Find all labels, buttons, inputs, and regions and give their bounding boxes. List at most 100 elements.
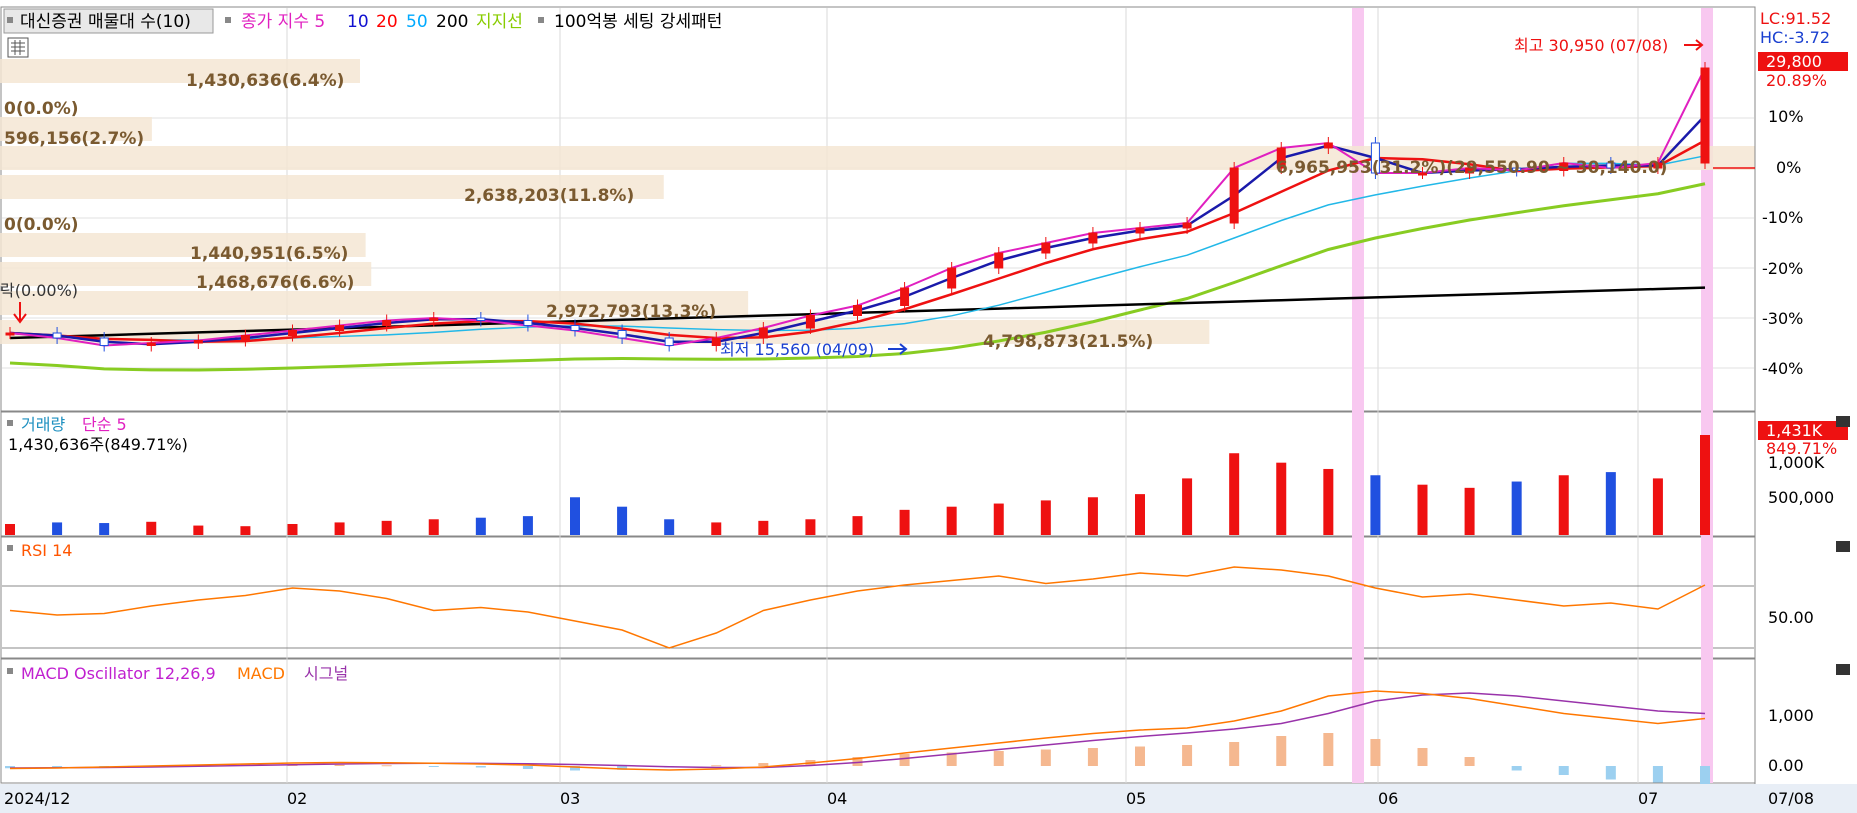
volume-bar — [240, 526, 251, 535]
macd-osc-bar — [1511, 766, 1522, 771]
candle-body — [1041, 242, 1051, 254]
candle-body — [52, 332, 62, 339]
volume-bar — [381, 520, 392, 535]
legend-item-support: 지지선 — [476, 12, 523, 32]
volume-bar — [852, 516, 863, 535]
macd-osc-bar — [1276, 736, 1287, 766]
legend-item-maemuldae: 대신증권 매물대 수(10) — [20, 12, 191, 32]
macd-osc-bar — [475, 766, 486, 768]
macd-osc-bar — [381, 765, 392, 767]
candle-body — [570, 325, 580, 331]
volume-bar — [146, 521, 157, 535]
macd-tick: 0.00 — [1768, 756, 1804, 775]
volume-badge-text: 1,431K — [1766, 421, 1823, 440]
macd-osc-bar — [758, 763, 769, 766]
volume-bar — [1652, 478, 1663, 535]
volume-bar — [1370, 475, 1381, 535]
x-tick: 03 — [560, 789, 580, 808]
macd-osc-bar — [1464, 757, 1475, 766]
candle-body — [335, 325, 345, 331]
x-axis-band — [0, 784, 1857, 813]
close-icon[interactable] — [1836, 664, 1850, 675]
x-tick: 02 — [287, 789, 307, 808]
candle-body — [947, 267, 957, 289]
lc-label: LC:91.52 — [1760, 9, 1831, 28]
macd-osc-bar — [1700, 766, 1710, 784]
volume-tick: 500,000 — [1768, 488, 1834, 507]
stock-chart[interactable]: 대신증권 매물대 수(10) 종가 지수 5 10 20 50 200 지지선 … — [0, 0, 1857, 813]
candle-body — [805, 315, 815, 329]
candle-body — [1323, 142, 1333, 149]
legend-square-icon — [7, 420, 13, 426]
close-icon[interactable] — [1836, 416, 1850, 427]
close-icon[interactable] — [1836, 541, 1850, 552]
profile-label: 2,638,203(11.8%) — [464, 186, 634, 206]
candle-body — [1088, 232, 1098, 244]
price-tick: -10% — [1762, 208, 1803, 227]
volume-bar — [1700, 435, 1710, 535]
profile-label: 0(0.0%) — [4, 215, 79, 235]
macd-label: MACD — [237, 664, 285, 683]
price-tick: 10% — [1768, 107, 1804, 126]
volume-bar — [287, 523, 298, 535]
x-tick: 05 — [1126, 789, 1146, 808]
volume-bar — [1323, 468, 1334, 535]
volume-bar — [1417, 484, 1428, 535]
x-tick: 07/08 — [1768, 789, 1814, 808]
volume-legend-label: 거래량 — [21, 415, 65, 434]
candle-body — [429, 317, 439, 321]
macd-osc-bar — [1652, 766, 1663, 783]
price-tick: -20% — [1762, 259, 1803, 278]
volume-bar — [946, 506, 957, 535]
macd-osc-bar — [1135, 746, 1145, 766]
macd-osc-bar — [428, 766, 439, 767]
volume-bar — [52, 522, 63, 535]
volume-bar — [475, 517, 486, 535]
profile-label: 596,156(2.7%) — [4, 129, 144, 149]
macd-osc-bar — [993, 751, 1004, 766]
price-tick: 0% — [1776, 158, 1801, 177]
legend-item-ma200: 200 — [436, 12, 468, 32]
highlight-column-left — [1352, 8, 1364, 783]
macd-osc-bar — [711, 765, 722, 767]
legend-square-icon — [7, 668, 13, 674]
rsi-tick: 50.00 — [1768, 608, 1814, 627]
legend-square-icon — [225, 17, 231, 23]
volume-bar — [664, 519, 675, 535]
low-annotation: 최저 15,560 (04/09) — [720, 340, 874, 359]
profile-label: 6,965,953(31.2%)(29,550.90 ~ 30,140.0) — [1276, 158, 1667, 178]
macd-osc-label: MACD Oscillator 12,26,9 — [21, 664, 216, 683]
price-change-text: 20.89% — [1766, 71, 1827, 90]
candle-body — [853, 305, 862, 316]
volume-bar — [805, 519, 816, 535]
volume-bar — [993, 503, 1004, 535]
volume-bar — [1511, 481, 1522, 535]
profile-label: 1,430,636(6.4%) — [186, 71, 344, 91]
candle-body — [758, 327, 768, 339]
profile-label: 0(0.0%) — [4, 99, 79, 119]
rsi-legend-label: RSI 14 — [21, 541, 72, 560]
macd-osc-bar — [1370, 739, 1381, 766]
macd-osc-bar — [334, 764, 345, 766]
volume-bar — [334, 522, 345, 535]
macd-osc-bar — [1087, 748, 1098, 766]
volume-bar — [428, 519, 439, 535]
volume-bar — [1182, 478, 1193, 535]
volume-bar — [1605, 472, 1616, 535]
candle-body — [994, 252, 1004, 269]
x-tick: 06 — [1378, 789, 1398, 808]
volume-bar — [1558, 475, 1569, 535]
volume-bar — [1135, 494, 1145, 535]
volume-bar — [711, 522, 722, 535]
candle-body — [1229, 167, 1239, 224]
candle-body — [382, 320, 392, 326]
price-badge-text: 29,800 — [1766, 52, 1822, 71]
macd-osc-bar — [1040, 749, 1051, 766]
high-annotation: 최고 30,950 (07/08) — [1514, 36, 1668, 55]
macd-osc-bar — [1323, 733, 1334, 766]
chart-background — [0, 0, 1857, 813]
legend-item-ma20: 20 — [376, 12, 398, 32]
macd-osc-bar — [1229, 742, 1240, 766]
volume-bar — [1087, 497, 1098, 535]
x-tick: 04 — [827, 789, 847, 808]
